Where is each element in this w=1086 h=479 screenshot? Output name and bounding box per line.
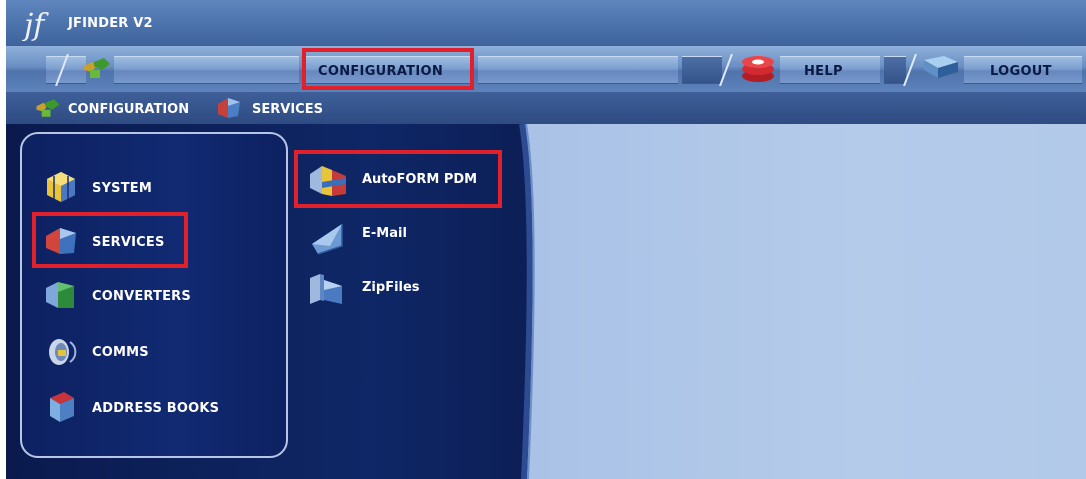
service-item-autoform-pdm[interactable]: AutoFORM PDM — [306, 160, 506, 200]
divider-slash-icon — [903, 54, 917, 86]
logout-menu-item[interactable]: LOGOUT — [990, 64, 1052, 79]
configuration-menu-item[interactable]: CONFIGURATION — [318, 64, 443, 79]
address-book-icon — [50, 392, 74, 422]
nav-label: SYSTEM — [92, 181, 153, 196]
breadcrumb-item-services[interactable]: SERVICES — [252, 102, 323, 117]
nav-label: ADDRESS BOOKS — [92, 401, 220, 416]
jf-logo-icon: jf — [22, 8, 49, 41]
nav-label: CONVERTERS — [92, 289, 191, 304]
app-window: jf JFINDER V2 CONFIGURATION HELP LOGOUT … — [6, 0, 1086, 479]
email-icon — [312, 224, 343, 255]
nav-item-converters[interactable]: CONVERTERS — [42, 276, 282, 316]
svg-text:jf: jf — [22, 8, 49, 41]
nav-item-system[interactable]: SYSTEM — [42, 168, 282, 208]
nav-label: SERVICES — [92, 235, 165, 250]
service-item-email[interactable]: E-Mail — [306, 214, 506, 255]
services-icon — [218, 98, 240, 118]
breadcrumb: CONFIGURATION SERVICES — [6, 92, 1086, 124]
services-icon — [46, 228, 76, 254]
menu-segment — [114, 56, 299, 84]
nav-item-services[interactable]: SERVICES — [42, 222, 282, 262]
service-label: AutoFORM PDM — [362, 172, 478, 187]
comms-icon — [49, 339, 77, 365]
zipfiles-icon — [310, 274, 342, 304]
nav-item-comms[interactable]: COMMS — [42, 332, 282, 372]
menu-segment — [682, 56, 722, 84]
divider-slash-icon — [719, 54, 733, 86]
breadcrumb-item-configuration[interactable]: CONFIGURATION — [68, 102, 189, 117]
system-cube-icon — [47, 172, 75, 202]
service-label: ZipFiles — [362, 280, 420, 295]
nav-item-address-books[interactable]: ADDRESS BOOKS — [42, 388, 282, 428]
configuration-puzzle-icon — [36, 99, 60, 117]
logout-door-icon[interactable] — [918, 52, 962, 84]
service-item-zipfiles[interactable]: ZipFiles — [306, 268, 506, 308]
help-lifebuoy-icon[interactable] — [738, 52, 778, 86]
nav-label: COMMS — [92, 345, 149, 360]
content-pane — [526, 124, 1086, 479]
divider-slash-icon — [55, 54, 69, 86]
app-title: JFINDER V2 — [68, 16, 153, 31]
menu-bar: CONFIGURATION HELP LOGOUT — [6, 46, 1086, 92]
autoform-icon — [310, 166, 346, 196]
pane-divider-curve — [502, 124, 535, 479]
home-puzzle-icon[interactable] — [78, 52, 114, 84]
help-menu-item[interactable]: HELP — [804, 64, 843, 79]
service-label: E-Mail — [362, 226, 407, 241]
title-bar: jf JFINDER V2 — [6, 0, 1086, 46]
converters-icon — [46, 282, 74, 308]
menu-segment — [478, 56, 678, 84]
